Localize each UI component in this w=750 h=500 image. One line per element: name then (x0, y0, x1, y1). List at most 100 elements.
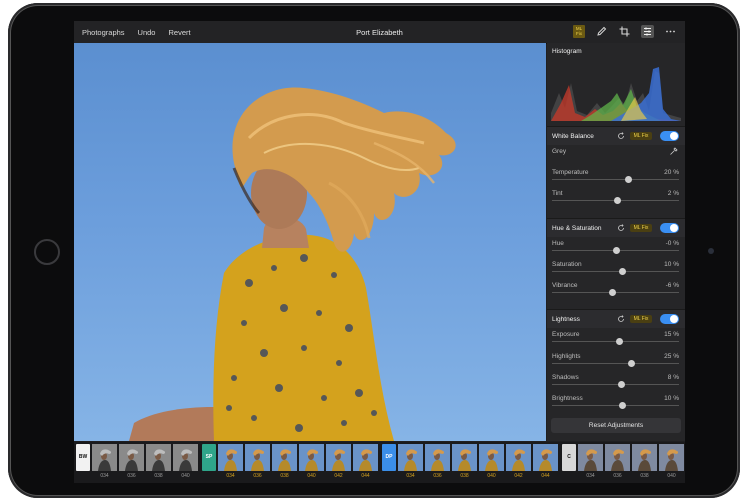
ipad-frame: Photographs Undo Revert Port Elizabeth M… (8, 3, 740, 498)
filter-thumbnail[interactable] (578, 444, 603, 471)
filter-thumbnail[interactable] (605, 444, 630, 471)
eyedropper-icon[interactable] (669, 147, 678, 156)
undo-button[interactable]: Undo (138, 28, 156, 37)
filter-preview-image (578, 444, 603, 471)
filter-thumbnail[interactable] (533, 444, 558, 471)
section-header-hue-saturation: Hue & Saturation ML Fix (547, 218, 685, 237)
section-reset-icon[interactable] (617, 315, 625, 323)
crop-icon[interactable] (618, 25, 631, 38)
slider-label: Temperature (552, 169, 589, 176)
reset-adjustments-button[interactable]: Reset Adjustments (551, 418, 681, 433)
section-reset-icon[interactable] (617, 132, 625, 140)
photographs-button[interactable]: Photographs (82, 28, 125, 37)
slider-temperature[interactable]: Temperature 20 % (547, 165, 685, 185)
filter-thumbnail[interactable] (425, 444, 450, 471)
slider-brightness[interactable]: Brightness 10 % (547, 391, 685, 411)
slider-label: Vibrance (552, 282, 578, 289)
section-toggle[interactable] (660, 131, 679, 141)
filter-thumbnail[interactable] (146, 444, 171, 471)
slider-track[interactable] (552, 179, 679, 180)
section-toggle[interactable] (660, 223, 679, 233)
slider-track[interactable] (552, 271, 679, 272)
slider-knob[interactable] (627, 360, 635, 367)
filter-number: 042 (514, 473, 523, 479)
filter-preview-image (272, 444, 297, 471)
slider-track[interactable] (552, 405, 679, 406)
slider-tint[interactable]: Tint 2 % (547, 186, 685, 206)
slider-exposure[interactable]: Exposure 15 % (547, 327, 685, 347)
filter-preview-image (146, 444, 171, 471)
slider-value: 2 % (667, 190, 679, 197)
filter-group-dp[interactable]: DP (382, 444, 396, 471)
slider-highlights[interactable]: Highlights 25 % (547, 349, 685, 369)
filter-thumbnail[interactable] (245, 444, 270, 471)
slider-label: Exposure (552, 331, 580, 338)
ml-fix-button[interactable]: ML Fix (573, 25, 585, 38)
filter-thumbnail[interactable] (272, 444, 297, 471)
filter-thumbnail[interactable] (632, 444, 657, 471)
filter-preview-image (425, 444, 450, 471)
slider-knob[interactable] (618, 268, 626, 275)
slider-label: Tint (552, 190, 563, 197)
slider-grey[interactable]: Grey (547, 144, 685, 164)
ml-fix-button[interactable]: ML Fix (630, 224, 652, 232)
filter-number: 040 (307, 473, 316, 479)
slider-value: 10 % (664, 261, 679, 268)
revert-button[interactable]: Revert (168, 28, 190, 37)
filter-preview-image (632, 444, 657, 471)
slider-knob[interactable] (616, 338, 624, 345)
slider-vibrance[interactable]: Vibrance -6 % (547, 278, 685, 298)
adjustments-panel: Histogram White Balance ML Fix Grey Tempera… (547, 43, 685, 441)
slider-knob[interactable] (625, 176, 633, 183)
section-reset-icon[interactable] (617, 224, 625, 232)
slider-label: Shadows (552, 374, 579, 381)
slider-knob[interactable] (617, 381, 625, 388)
filter-thumbnail[interactable] (479, 444, 504, 471)
filter-number: 038 (154, 473, 163, 479)
ml-fix-button[interactable]: ML Fix (630, 132, 652, 140)
filter-preview-image (605, 444, 630, 471)
slider-track[interactable] (552, 363, 679, 364)
filter-thumbnail[interactable] (119, 444, 144, 471)
filter-number: 040 (181, 473, 190, 479)
section-title: Hue & Saturation (552, 225, 602, 232)
pencil-icon[interactable] (595, 25, 608, 38)
filter-thumbnail[interactable] (398, 444, 423, 471)
filter-thumbnail[interactable] (173, 444, 198, 471)
filter-number: 036 (613, 473, 622, 479)
filter-thumbnail[interactable] (92, 444, 117, 471)
slider-value: 10 % (664, 395, 679, 402)
more-icon[interactable] (664, 25, 677, 38)
slider-knob[interactable] (618, 402, 626, 409)
section-toggle[interactable] (660, 314, 679, 324)
filter-thumbnail[interactable] (299, 444, 324, 471)
slider-track[interactable] (552, 384, 679, 385)
filter-thumbnail[interactable] (326, 444, 351, 471)
slider-hue[interactable]: Hue -0 % (547, 236, 685, 256)
top-toolbar: Photographs Undo Revert Port Elizabeth M… (74, 21, 685, 44)
section-title: White Balance (552, 133, 594, 140)
home-button[interactable] (34, 239, 60, 265)
slider-knob[interactable] (608, 289, 616, 296)
filter-thumbnail[interactable] (353, 444, 378, 471)
filter-thumbnail[interactable] (659, 444, 684, 471)
slider-shadows[interactable]: Shadows 8 % (547, 370, 685, 390)
filter-group-sp[interactable]: SP (202, 444, 216, 471)
slider-saturation[interactable]: Saturation 10 % (547, 257, 685, 277)
filter-number: 034 (226, 473, 235, 479)
slider-knob[interactable] (613, 197, 621, 204)
section-header-lightness: Lightness ML Fix (547, 309, 685, 328)
filter-thumbnail[interactable] (452, 444, 477, 471)
slider-label: Hue (552, 240, 564, 247)
woman-windblown-hair-photo (129, 87, 456, 441)
slider-knob[interactable] (612, 247, 620, 254)
photo-canvas[interactable] (74, 43, 546, 441)
filter-preview-image (218, 444, 243, 471)
adjustments-icon[interactable] (641, 25, 654, 38)
filter-group-bw[interactable]: BW (76, 444, 90, 471)
ml-fix-button[interactable]: ML Fix (630, 315, 652, 323)
filter-number: 040 (667, 473, 676, 479)
filter-group-c[interactable]: C (562, 444, 576, 471)
filter-thumbnail[interactable] (506, 444, 531, 471)
filter-thumbnail[interactable] (218, 444, 243, 471)
